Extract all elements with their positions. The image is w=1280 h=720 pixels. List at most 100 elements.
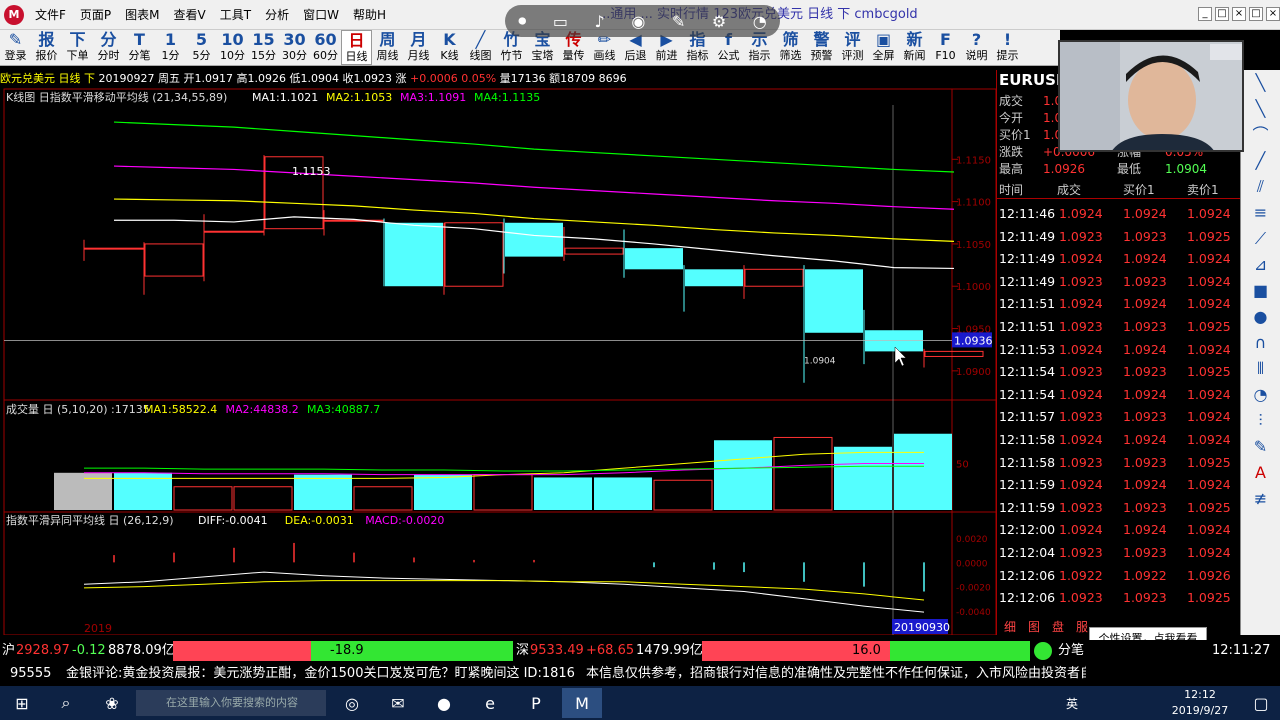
news-ticker: 95555 金银评论:黄金投资晨报：美元涨势正酣，金价1500关口岌岌可危？盯紧… [0, 662, 1280, 686]
notification-icon[interactable]: ▢ [1244, 688, 1278, 718]
candle-body [865, 330, 923, 352]
circle-tool-icon[interactable]: ● [1241, 304, 1280, 330]
chart-area[interactable]: K线图 日指数平滑移动平均线 (21,34,55,89) MA1:1.1021 MA… [0, 87, 996, 635]
toolbar-btn-31[interactable]: ? 说明 [961, 30, 992, 65]
ray-tool-icon[interactable]: ╲ [1241, 96, 1280, 122]
tick-t: 12:11:58 [999, 454, 1056, 470]
sz-amount: 1479.99亿 [636, 643, 703, 658]
quote-row: 最高 1.0926 最低 1.0904 [997, 161, 1241, 178]
menu-analysis[interactable]: 分析 [258, 0, 296, 30]
gann-tool-icon[interactable]: ⊿ [1241, 252, 1280, 278]
toolbar-btn-29[interactable]: 新新闻 [899, 30, 930, 65]
cycle-tool-icon[interactable]: ◔ [1241, 382, 1280, 408]
line-tool-icon[interactable]: ╲ [1241, 70, 1280, 96]
app-icon-1[interactable]: ❀ [92, 688, 132, 718]
tab-book[interactable]: 盘 [1052, 618, 1064, 635]
arc2-tool-icon[interactable]: ∩ [1241, 330, 1280, 356]
fan-tool-icon[interactable]: ⟋ [1241, 226, 1280, 252]
powerpoint-icon[interactable]: P [516, 688, 556, 718]
toolbar-btn-8[interactable]: 15 15分 [248, 30, 279, 65]
menu-file[interactable]: 文件F [28, 0, 73, 30]
menu-tools[interactable]: 工具T [213, 0, 258, 30]
bars-tool-icon[interactable]: ⦀ [1241, 356, 1280, 382]
toolbar-label-10: 60分 [313, 49, 338, 62]
volume-bar [714, 440, 772, 510]
fib-tool-icon[interactable]: ≡ [1241, 200, 1280, 226]
toolbar-btn-1[interactable]: 报报价 [31, 30, 62, 65]
toolbar-btn-12[interactable]: 周周线 [372, 30, 403, 65]
y-tick-label: 1.1050 [956, 240, 991, 251]
menu-chart[interactable]: 图表M [118, 0, 166, 30]
toolbar-btn-3[interactable]: 分分时 [93, 30, 124, 65]
fenbi-label: 分笔 [1058, 643, 1085, 658]
dea-line [83, 580, 925, 601]
mark-tool-icon[interactable]: ≢ [1241, 486, 1280, 512]
menu-view[interactable]: 查看V [167, 0, 213, 30]
screen-icon[interactable]: ▭ [553, 12, 568, 31]
camera-icon[interactable]: ◉ [631, 12, 645, 31]
toolbar-btn-6[interactable]: 5 5分 [186, 30, 217, 65]
menu-page[interactable]: 页面P [73, 0, 118, 30]
menu-help[interactable]: 帮助H [346, 0, 393, 30]
toolbar-btn-11[interactable]: 日日线 [341, 30, 372, 65]
menu-window[interactable]: 窗口W [296, 0, 346, 30]
app-green-icon[interactable]: ● [424, 688, 464, 718]
close-button-2[interactable]: × [1266, 7, 1280, 21]
minimize-button[interactable]: _ [1198, 7, 1212, 21]
parallel-tool-icon[interactable]: ⫽ [1241, 174, 1280, 200]
tick-a: 1.0924 [1187, 545, 1231, 560]
wave-tool-icon[interactable]: ⫶ [1241, 408, 1280, 434]
edge-icon[interactable]: e [470, 688, 510, 718]
tick-p: 1.0924 [1059, 432, 1103, 447]
channel-tool-icon[interactable]: ╱ [1241, 148, 1280, 174]
mic-icon[interactable]: ♪ [595, 12, 605, 31]
toolbar-btn-30[interactable]: F F10 [930, 30, 961, 65]
brush-icon[interactable]: ✎ [672, 12, 685, 31]
timer-icon[interactable]: ◔ [753, 12, 767, 31]
toolbar-btn-25[interactable]: 筛筛选 [775, 30, 806, 65]
toolbar-btn-7[interactable]: 10 10分 [217, 30, 248, 65]
toolbar-btn-4[interactable]: T 分笔 [124, 30, 155, 65]
settings-icon[interactable]: ⚙ [712, 12, 726, 31]
toolbar-btn-26[interactable]: 警预警 [806, 30, 837, 65]
taskbar-search-input[interactable]: 在这里输入你要搜索的内容 [136, 690, 326, 716]
toolbar-btn-14[interactable]: K K线 [434, 30, 465, 65]
tab-chart[interactable]: 图 [1028, 618, 1040, 635]
maximize-button[interactable]: □ [1215, 7, 1229, 21]
quote-v: 1.0926 [1043, 162, 1085, 176]
ticker-text[interactable]: 金银评论:黄金投资晨报：美元涨势正酣，金价1500关口岌岌可危？盯紧晚间这 ID… [66, 662, 575, 686]
toolbar-label-31: 说明 [965, 49, 988, 62]
toolbar-btn-27[interactable]: 评评测 [837, 30, 868, 65]
toolbar-btn-15[interactable]: ╱ 线图 [465, 30, 496, 65]
toolbar-btn-32[interactable]: ! 提示 [992, 30, 1023, 65]
macd-y-tick: -0.0040 [956, 608, 991, 618]
sh-label: 沪 [2, 643, 16, 658]
search-icon[interactable]: ⌕ [46, 688, 86, 718]
toolbar-btn-10[interactable]: 60 60分 [310, 30, 341, 65]
lang-indicator[interactable]: 英 [1060, 688, 1084, 718]
tick-p: 1.0924 [1059, 477, 1103, 493]
windows-start-icon[interactable]: ⊞ [2, 688, 42, 718]
volume-ma-label: MA2:44838.2 [226, 403, 299, 416]
trading-app-icon[interactable]: M [562, 688, 602, 718]
close-button[interactable]: × [1232, 7, 1246, 21]
restore-button[interactable]: □ [1249, 7, 1263, 21]
pencil-tool-icon[interactable]: ✎ [1241, 434, 1280, 460]
mail-icon[interactable]: ✉ [378, 688, 418, 718]
toolbar-btn-0[interactable]: ✎ 登录 [0, 30, 31, 65]
toolbar-btn-2[interactable]: 下下单 [62, 30, 93, 65]
text-tool-icon[interactable]: A [1241, 460, 1280, 486]
arc-tool-icon[interactable]: ⌒ [1241, 122, 1280, 148]
toolbar-btn-9[interactable]: 30 30分 [279, 30, 310, 65]
toolbar-btn-13[interactable]: 月月线 [403, 30, 434, 65]
chrome-icon[interactable]: ◎ [332, 688, 372, 718]
toolbar-btn-5[interactable]: 1 1分 [155, 30, 186, 65]
rectangle-tool-icon[interactable]: ■ [1241, 278, 1280, 304]
stop-icon[interactable]: ⏺ [518, 11, 526, 31]
toolbar-btn-28[interactable]: ▣ 全屏 [868, 30, 899, 65]
tick-t: 12:11:57 [999, 409, 1056, 425]
tick-row: 12:11:49 1.0924 1.0924 1.0924 [997, 248, 1241, 271]
taskbar-clock[interactable]: 12:12 2019/9/27 [1160, 687, 1240, 719]
tab-detail[interactable]: 细 [1004, 618, 1016, 635]
tab-service[interactable]: 服 [1076, 618, 1088, 635]
